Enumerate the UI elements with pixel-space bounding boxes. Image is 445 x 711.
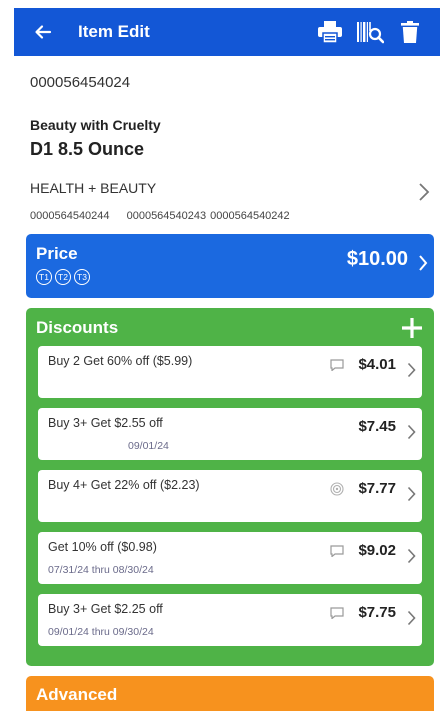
chevron-right-icon — [418, 254, 428, 277]
discount-price: $7.75 — [358, 604, 396, 621]
chevron-right-icon — [418, 182, 430, 207]
barcode-scan-icon — [357, 22, 384, 44]
discount-dates: 09/01/24 — [128, 440, 169, 452]
discount-item[interactable]: Buy 2 Get 60% off ($5.99) $4.01 — [38, 346, 422, 398]
discount-price: $7.45 — [358, 418, 396, 435]
price-tiers: T1 T2 T3 — [36, 269, 424, 285]
message-icon — [330, 544, 344, 562]
advanced-label: Advanced — [36, 685, 118, 704]
item-department: HEALTH + BEAUTY — [30, 180, 157, 196]
message-icon — [330, 358, 344, 376]
price-card[interactable]: Price T1 T2 T3 $10.00 — [26, 234, 434, 298]
alternate-codes: 0000564540244 0000564540243 0000564540242 — [30, 210, 430, 222]
chevron-right-icon — [407, 610, 416, 631]
barcode-search-button[interactable] — [350, 12, 390, 52]
plus-icon — [402, 318, 422, 338]
app-bar: Item Edit — [14, 8, 440, 56]
chevron-right-icon — [407, 548, 416, 569]
alt-code: 0000564540242 — [210, 210, 290, 222]
tier-badge: T3 — [74, 269, 90, 285]
print-button[interactable] — [310, 12, 350, 52]
discount-price: $7.77 — [358, 480, 396, 497]
back-button[interactable] — [26, 15, 60, 49]
discount-item[interactable]: Buy 3+ Get $2.25 off 09/01/24 thru 09/30… — [38, 594, 422, 646]
price-amount: $10.00 — [346, 248, 408, 270]
discounts-header: Discounts — [36, 316, 424, 340]
target-icon — [330, 482, 344, 501]
discount-dates: 09/01/24 thru 09/30/24 — [48, 626, 154, 638]
delete-button[interactable] — [390, 12, 430, 52]
alt-code: 0000564540243 — [126, 210, 207, 222]
discount-item[interactable]: Get 10% off ($0.98) 07/31/24 thru 08/30/… — [38, 532, 422, 584]
item-upc: 000056454024 — [30, 74, 131, 91]
discount-item[interactable]: Buy 4+ Get 22% off ($2.23) $7.77 — [38, 470, 422, 522]
discount-item[interactable]: Buy 3+ Get $2.55 off 09/01/24 $7.45 — [38, 408, 422, 460]
printer-icon — [318, 21, 342, 44]
discount-price: $4.01 — [358, 356, 396, 373]
advanced-card[interactable]: Advanced — [26, 676, 434, 711]
chevron-right-icon — [407, 424, 416, 445]
discounts-label: Discounts — [36, 318, 119, 337]
trash-icon — [401, 21, 419, 43]
arrow-left-icon — [35, 25, 52, 39]
tier-badge: T2 — [55, 269, 71, 285]
item-description: D1 8.5 Ounce — [30, 139, 145, 159]
tier-badge: T1 — [36, 269, 52, 285]
add-discount-button[interactable] — [400, 316, 424, 340]
page-title: Item Edit — [78, 22, 150, 41]
discount-dates: 07/31/24 thru 08/30/24 — [48, 564, 154, 576]
chevron-right-icon — [407, 362, 416, 383]
discount-list: Buy 2 Get 60% off ($5.99) $4.01 Buy 3+ G… — [36, 346, 424, 646]
item-brand: Beauty with Cruelty — [30, 117, 161, 133]
discount-price: $9.02 — [358, 542, 396, 559]
alt-code: 0000564540244 — [30, 210, 110, 222]
chevron-right-icon — [407, 486, 416, 507]
screen: Item Edit 000056454024 Beauty with Cruel… — [14, 8, 440, 711]
item-info[interactable]: 000056454024 Beauty with Cruelty D1 8.5 … — [14, 56, 440, 222]
message-icon — [330, 606, 344, 624]
discounts-card: Discounts Buy 2 Get 60% off ($5.99) $4.0… — [26, 308, 434, 666]
